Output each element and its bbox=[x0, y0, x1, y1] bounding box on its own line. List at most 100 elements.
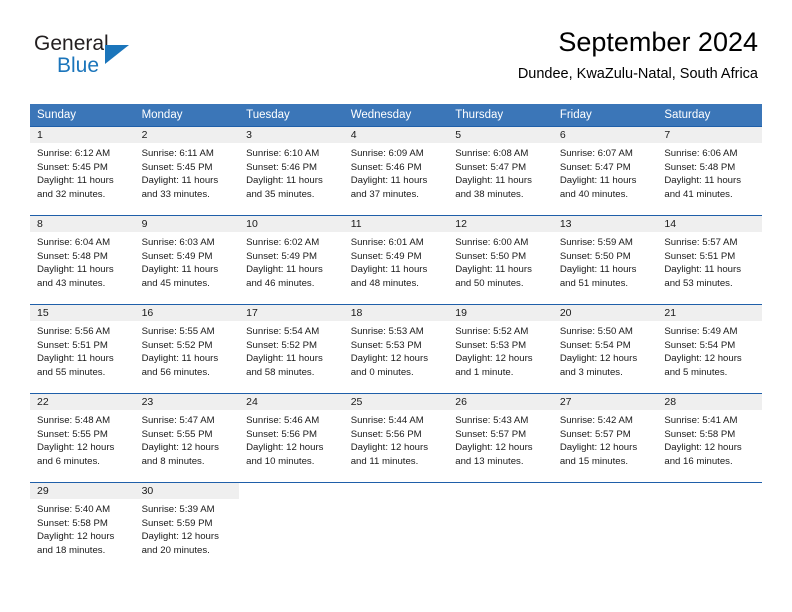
calendar-day-cell[interactable]: 23 Sunrise: 5:47 AM Sunset: 5:55 PM Dayligh… bbox=[134, 394, 240, 482]
day-number: 19 bbox=[448, 305, 553, 321]
calendar-day-cell[interactable]: 15 Sunrise: 5:56 AM Sunset: 5:51 PM Dayligh… bbox=[30, 305, 135, 393]
day-number bbox=[344, 483, 449, 499]
day-details: Sunrise: 5:43 AM Sunset: 5:57 PM Daylight:… bbox=[448, 410, 553, 468]
daylight-duration-line1: Daylight: 12 hours bbox=[350, 442, 429, 454]
day-number: 3 bbox=[239, 127, 344, 143]
calendar-day-cell[interactable]: 4 Sunrise: 6:09 AM Sunset: 5:46 PM Daylight… bbox=[343, 127, 449, 215]
calendar-day-cell[interactable]: 27 Sunrise: 5:42 AM Sunset: 5:57 PM Dayligh… bbox=[552, 394, 658, 482]
day-details: Sunrise: 6:07 AM Sunset: 5:47 PM Daylight:… bbox=[553, 143, 658, 201]
sunrise-time: Sunrise: 5:50 AM bbox=[559, 326, 633, 337]
daylight-duration-line1: Daylight: 11 hours bbox=[664, 264, 741, 276]
day-number: 8 bbox=[30, 216, 135, 232]
daylight-duration-line1: Daylight: 11 hours bbox=[246, 175, 323, 187]
sunrise-time: Sunrise: 5:49 AM bbox=[664, 326, 738, 337]
calendar-day-cell[interactable]: 6 Sunrise: 6:07 AM Sunset: 5:47 PM Daylight… bbox=[552, 127, 658, 215]
calendar-day-cell[interactable]: 17 Sunrise: 5:54 AM Sunset: 5:52 PM Dayligh… bbox=[239, 305, 344, 393]
title-block: September 2024 Dundee, KwaZulu-Natal, So… bbox=[518, 26, 758, 83]
sunrise-time: Sunrise: 6:01 AM bbox=[350, 237, 424, 248]
calendar-day-cell[interactable]: 16 Sunrise: 5:55 AM Sunset: 5:52 PM Dayligh… bbox=[134, 305, 240, 393]
daylight-duration-line2: and 10 minutes. bbox=[246, 455, 315, 467]
calendar-day-cell[interactable]: 30 Sunrise: 5:39 AM Sunset: 5:59 PM Dayligh… bbox=[134, 483, 240, 571]
calendar-day-cell[interactable]: 24 Sunrise: 5:46 AM Sunset: 5:56 PM Dayligh… bbox=[239, 394, 344, 482]
day-details: Sunrise: 6:10 AM Sunset: 5:46 PM Daylight:… bbox=[239, 143, 344, 201]
sunrise-time: Sunrise: 6:03 AM bbox=[141, 237, 215, 248]
day-details: Sunrise: 6:01 AM Sunset: 5:49 PM Daylight:… bbox=[344, 232, 449, 290]
daylight-duration-line1: Daylight: 12 hours bbox=[664, 442, 742, 454]
sunset-time: Sunset: 5:53 PM bbox=[350, 339, 422, 351]
daylight-duration-line2: and 46 minutes. bbox=[246, 277, 315, 289]
day-details: Sunrise: 6:02 AM Sunset: 5:49 PM Daylight:… bbox=[239, 232, 344, 290]
daylight-duration-line2: and 6 minutes. bbox=[37, 455, 100, 467]
daylight-duration-line1: Daylight: 11 hours bbox=[664, 175, 741, 187]
sunset-time: Sunset: 5:48 PM bbox=[37, 250, 108, 262]
calendar-page: General Blue September 2024 Dundee, KwaZ… bbox=[0, 0, 792, 612]
calendar-day-cell[interactable]: 25 Sunrise: 5:44 AM Sunset: 5:56 PM Dayligh… bbox=[343, 394, 449, 482]
sunrise-time: Sunrise: 6:06 AM bbox=[664, 148, 738, 159]
day-details: Sunrise: 5:47 AM Sunset: 5:55 PM Daylight:… bbox=[135, 410, 240, 468]
sunrise-sunset-calendar-table: Sunday Monday Tuesday Wednesday Thursday Frid… bbox=[30, 104, 762, 571]
day-number: 28 bbox=[657, 394, 762, 410]
daylight-duration-line2: and 48 minutes. bbox=[350, 277, 419, 289]
sunset-time: Sunset: 5:47 PM bbox=[559, 161, 631, 173]
calendar-day-cell[interactable]: 22 Sunrise: 5:48 AM Sunset: 5:55 PM Dayligh… bbox=[30, 394, 135, 482]
sunset-time: Sunset: 5:58 PM bbox=[37, 517, 108, 529]
day-number bbox=[657, 483, 762, 499]
sunrise-time: Sunrise: 5:40 AM bbox=[37, 504, 111, 515]
day-number: 7 bbox=[657, 127, 762, 143]
calendar-day-cell[interactable]: 11 Sunrise: 6:01 AM Sunset: 5:49 PM Dayligh… bbox=[343, 216, 449, 304]
calendar-day-cell[interactable]: 21 Sunrise: 5:49 AM Sunset: 5:54 PM Dayligh… bbox=[657, 305, 762, 393]
daylight-duration-line1: Daylight: 12 hours bbox=[350, 353, 429, 365]
daylight-duration-line2: and 37 minutes. bbox=[350, 188, 419, 200]
calendar-day-cell[interactable]: 26 Sunrise: 5:43 AM Sunset: 5:57 PM Dayligh… bbox=[448, 394, 553, 482]
calendar-day-cell[interactable]: 20 Sunrise: 5:50 AM Sunset: 5:54 PM Dayligh… bbox=[552, 305, 658, 393]
daylight-duration-line1: Daylight: 12 hours bbox=[141, 531, 219, 543]
daylight-duration-line1: Daylight: 11 hours bbox=[141, 264, 219, 276]
calendar-day-cell[interactable]: 9 Sunrise: 6:03 AM Sunset: 5:49 PM Daylight… bbox=[134, 216, 240, 304]
calendar-day-cell[interactable]: 2 Sunrise: 6:11 AM Sunset: 5:45 PM Daylight… bbox=[134, 127, 240, 215]
day-details: Sunrise: 6:08 AM Sunset: 5:47 PM Daylight:… bbox=[448, 143, 553, 201]
daylight-duration-line2: and 53 minutes. bbox=[664, 277, 733, 289]
day-number: 17 bbox=[239, 305, 344, 321]
day-details bbox=[239, 499, 344, 503]
sunrise-time: Sunrise: 6:11 AM bbox=[141, 148, 214, 159]
calendar-day-cell[interactable]: 3 Sunrise: 6:10 AM Sunset: 5:46 PM Daylight… bbox=[239, 127, 344, 215]
daylight-duration-line2: and 55 minutes. bbox=[37, 366, 106, 378]
day-number: 1 bbox=[30, 127, 135, 143]
calendar-day-cell[interactable]: 7 Sunrise: 6:06 AM Sunset: 5:48 PM Daylight… bbox=[657, 127, 762, 215]
calendar-week-row: 29 Sunrise: 5:40 AM Sunset: 5:58 PM Dayligh… bbox=[30, 483, 762, 571]
daylight-duration-line2: and 0 minutes. bbox=[350, 366, 414, 378]
day-number: 6 bbox=[552, 127, 658, 143]
daylight-duration-line2: and 5 minutes. bbox=[664, 366, 728, 378]
daylight-duration-line1: Daylight: 11 hours bbox=[559, 264, 637, 276]
sunset-time: Sunset: 5:55 PM bbox=[37, 428, 108, 440]
calendar-day-cell[interactable]: 14 Sunrise: 5:57 AM Sunset: 5:51 PM Dayligh… bbox=[657, 216, 762, 304]
calendar-day-cell[interactable]: 29 Sunrise: 5:40 AM Sunset: 5:58 PM Dayligh… bbox=[30, 483, 135, 571]
calendar-day-cell[interactable]: 10 Sunrise: 6:02 AM Sunset: 5:49 PM Dayligh… bbox=[239, 216, 344, 304]
day-number: 27 bbox=[552, 394, 658, 410]
sunrise-time: Sunrise: 5:47 AM bbox=[141, 415, 215, 426]
calendar-day-cell[interactable]: 28 Sunrise: 5:41 AM Sunset: 5:58 PM Dayligh… bbox=[657, 394, 762, 482]
day-details: Sunrise: 5:52 AM Sunset: 5:53 PM Daylight:… bbox=[448, 321, 553, 379]
column-header-sunday: Sunday bbox=[30, 104, 135, 126]
daylight-duration-line1: Daylight: 11 hours bbox=[37, 353, 114, 365]
calendar-day-cell[interactable]: 8 Sunrise: 6:04 AM Sunset: 5:48 PM Daylight… bbox=[30, 216, 135, 304]
calendar-day-cell[interactable]: 1 Sunrise: 6:12 AM Sunset: 5:45 PM Daylight… bbox=[30, 127, 135, 215]
sunset-time: Sunset: 5:46 PM bbox=[350, 161, 422, 173]
calendar-week-row: 8 Sunrise: 6:04 AM Sunset: 5:48 PM Daylight… bbox=[30, 216, 762, 304]
day-details: Sunrise: 5:55 AM Sunset: 5:52 PM Daylight:… bbox=[135, 321, 240, 379]
sunrise-time: Sunrise: 5:56 AM bbox=[37, 326, 111, 337]
calendar-day-cell[interactable]: 13 Sunrise: 5:59 AM Sunset: 5:50 PM Dayligh… bbox=[552, 216, 658, 304]
daylight-duration-line2: and 32 minutes. bbox=[37, 188, 106, 200]
calendar-day-cell[interactable]: 19 Sunrise: 5:52 AM Sunset: 5:53 PM Dayligh… bbox=[448, 305, 553, 393]
sunset-time: Sunset: 5:58 PM bbox=[664, 428, 736, 440]
day-number: 18 bbox=[343, 305, 449, 321]
sunset-time: Sunset: 5:54 PM bbox=[559, 339, 631, 351]
sunset-time: Sunset: 5:59 PM bbox=[141, 517, 213, 529]
day-details: Sunrise: 5:59 AM Sunset: 5:50 PM Daylight:… bbox=[553, 232, 658, 290]
calendar-day-cell[interactable]: 12 Sunrise: 6:00 AM Sunset: 5:50 PM Dayligh… bbox=[448, 216, 553, 304]
sunset-time: Sunset: 5:53 PM bbox=[455, 339, 527, 351]
calendar-day-cell[interactable]: 18 Sunrise: 5:53 AM Sunset: 5:53 PM Dayligh… bbox=[343, 305, 449, 393]
calendar-day-cell[interactable]: 5 Sunrise: 6:08 AM Sunset: 5:47 PM Daylight… bbox=[448, 127, 553, 215]
day-details: Sunrise: 5:40 AM Sunset: 5:58 PM Daylight:… bbox=[30, 499, 135, 557]
sunset-time: Sunset: 5:52 PM bbox=[141, 339, 213, 351]
